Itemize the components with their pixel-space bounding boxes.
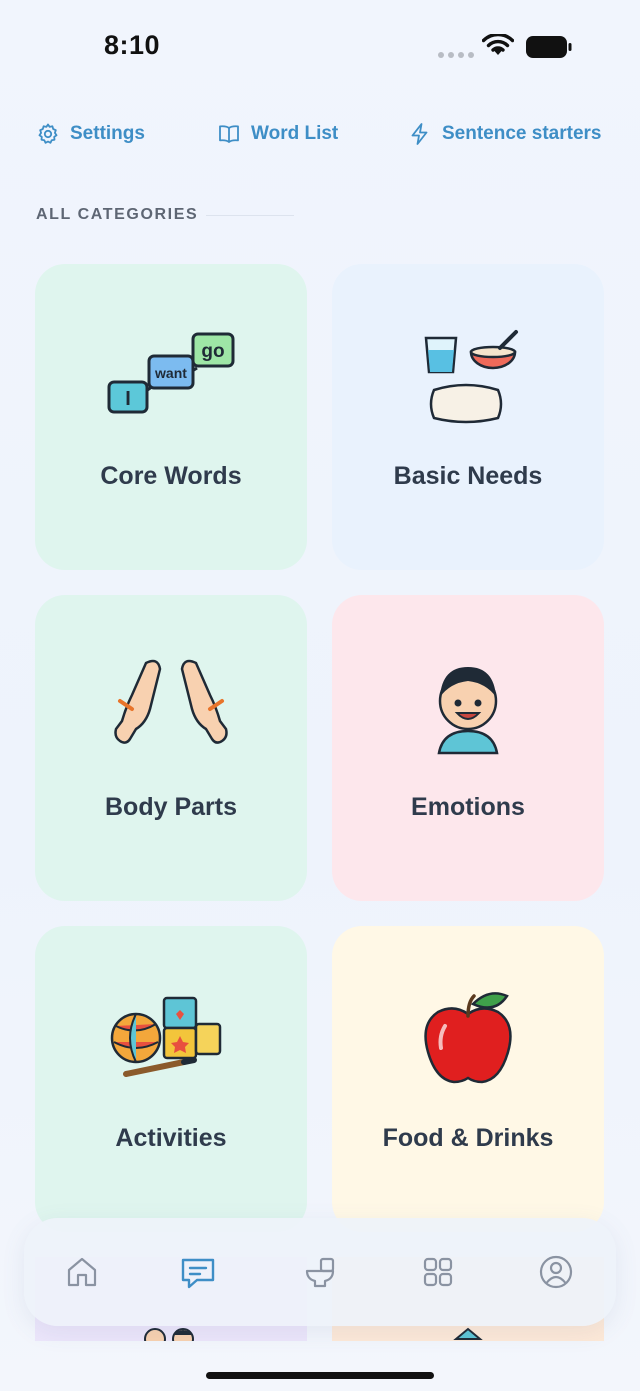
category-label: Activities bbox=[115, 1124, 227, 1152]
tab-toilet[interactable] bbox=[298, 1250, 342, 1294]
tab-home[interactable] bbox=[60, 1250, 104, 1294]
emotions-illustration bbox=[332, 657, 604, 767]
tab-chat[interactable] bbox=[176, 1250, 220, 1294]
bottom-tab-bar bbox=[24, 1218, 616, 1326]
people-illustration bbox=[144, 1328, 194, 1341]
category-card-activities[interactable]: Activities bbox=[35, 926, 307, 1232]
category-grid: I want go Core Words Basic Needs Body Pa… bbox=[0, 0, 640, 1391]
category-label: Emotions bbox=[411, 793, 525, 821]
category-card-body-parts[interactable]: Body Parts bbox=[35, 595, 307, 901]
tab-profile[interactable] bbox=[534, 1250, 578, 1294]
category-card-core-words[interactable]: I want go Core Words bbox=[35, 264, 307, 570]
food-drinks-illustration bbox=[332, 988, 604, 1098]
basic-needs-illustration bbox=[332, 326, 604, 436]
home-icon bbox=[67, 1257, 97, 1287]
home-indicator[interactable] bbox=[206, 1372, 434, 1379]
category-card-emotions[interactable]: Emotions bbox=[332, 595, 604, 901]
category-label: Food & Drinks bbox=[382, 1124, 554, 1152]
category-card-food-drinks[interactable]: Food & Drinks bbox=[332, 926, 604, 1232]
house-illustration bbox=[453, 1327, 483, 1340]
category-label: Core Words bbox=[100, 462, 242, 490]
category-card-basic-needs[interactable]: Basic Needs bbox=[332, 264, 604, 570]
body-parts-illustration bbox=[35, 657, 307, 767]
tab-grid[interactable] bbox=[416, 1250, 460, 1294]
toilet-icon bbox=[305, 1257, 335, 1288]
profile-icon bbox=[539, 1255, 573, 1289]
chat-icon bbox=[181, 1258, 215, 1289]
category-label: Basic Needs bbox=[393, 462, 543, 490]
category-label: Body Parts bbox=[105, 793, 237, 821]
grid-icon bbox=[423, 1257, 453, 1287]
core-words-illustration: I want go bbox=[35, 326, 307, 436]
core-word-want: want bbox=[154, 365, 187, 381]
core-word-i: I bbox=[125, 388, 131, 410]
core-word-go: go bbox=[201, 341, 224, 362]
activities-illustration bbox=[35, 988, 307, 1098]
